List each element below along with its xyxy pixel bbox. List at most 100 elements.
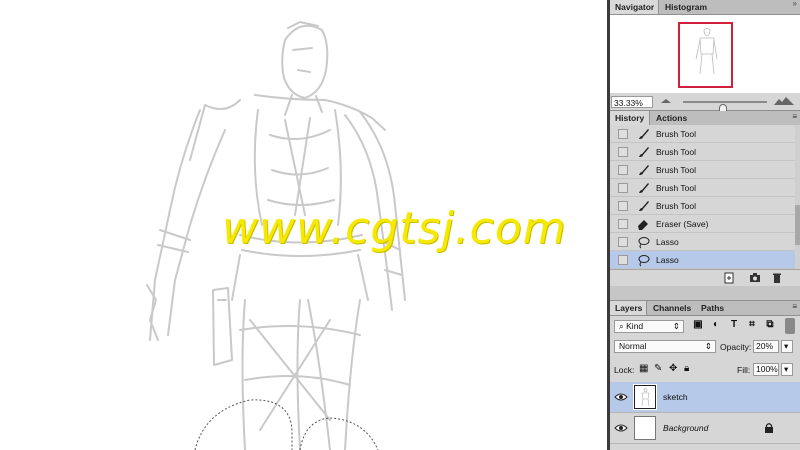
history-state[interactable]: Brush Tool [610, 197, 795, 215]
opacity-field[interactable]: 20% [753, 340, 779, 353]
history-source-checkbox[interactable] [618, 201, 628, 211]
history-state[interactable]: Eraser (Save) [610, 215, 795, 233]
history-source-checkbox[interactable] [618, 129, 628, 139]
panel-close-icon[interactable]: » [793, 0, 797, 8]
history-state-label: Brush Tool [656, 201, 697, 211]
brush-icon [636, 145, 650, 159]
lock-all-icon[interactable]: 🔒︎ [684, 363, 689, 375]
history-scrollbar[interactable] [795, 125, 800, 269]
tab-navigator[interactable]: Navigator [610, 0, 659, 14]
zoom-in-icon[interactable] [773, 96, 795, 108]
history-state-label: Lasso [656, 255, 679, 265]
zoom-out-icon[interactable] [660, 96, 672, 106]
brush-icon [636, 127, 650, 141]
history-state[interactable]: Lasso [610, 251, 795, 269]
blend-mode-select[interactable]: Normal ⇕ [614, 340, 716, 353]
history-source-checkbox[interactable] [618, 237, 628, 247]
panel-menu-icon[interactable]: ≡ [792, 112, 797, 121]
tab-history[interactable]: History [610, 111, 650, 125]
new-document-from-state-icon[interactable] [723, 272, 735, 284]
layer-thumbnail [633, 384, 657, 410]
zoom-field[interactable]: 33.33% [611, 96, 653, 108]
history-state-label: Brush Tool [656, 147, 697, 157]
tab-histogram[interactable]: Histogram [660, 0, 716, 14]
fill-label: Fill: [737, 365, 751, 375]
history-source-checkbox[interactable] [618, 219, 628, 229]
search-icon: ⌕ [619, 321, 624, 331]
fill-field[interactable]: 100% [753, 363, 779, 376]
blend-mode-value: Normal [619, 341, 647, 351]
panel-resize-grip[interactable] [610, 286, 800, 301]
lock-position-icon[interactable]: ✥ [669, 363, 677, 375]
history-state[interactable]: Brush Tool [610, 125, 795, 143]
trash-icon[interactable] [771, 272, 783, 284]
history-panel-tabs: History Actions ≡ [610, 111, 800, 126]
shape-filter-icon[interactable]: ⌗ [746, 319, 758, 331]
visibility-eye-icon[interactable] [614, 422, 628, 434]
brush-icon [636, 199, 650, 213]
panel-dock: Navigator Histogram » 33.33% History Act… [610, 0, 800, 450]
fill-dropdown-icon[interactable]: ▾ [781, 363, 793, 376]
watermark-text: www.cgtsj.com [222, 203, 567, 254]
layer-options: ⌕ Kind ⇕ ▣ ◐ T ⌗ ⧉ Normal ⇕ Opacity: 20%… [610, 318, 800, 358]
layer-thumbnail [634, 416, 656, 440]
lock-row: Lock: ▦ ✎ ✥ 🔒︎ Fill: 100% ▾ [610, 362, 800, 378]
history-state-label: Brush Tool [656, 129, 697, 139]
type-filter-icon[interactable]: T [728, 319, 740, 331]
snapshot-camera-icon[interactable] [749, 272, 761, 284]
history-state[interactable]: Lasso [610, 233, 795, 251]
layer-name[interactable]: sketch [663, 382, 688, 413]
history-state[interactable]: Brush Tool [610, 179, 795, 197]
navigator-panel-tabs: Navigator Histogram » [610, 0, 800, 15]
history-state-label: Lasso [656, 237, 679, 247]
pixel-filter-icon[interactable]: ▣ [692, 319, 704, 331]
layer-row[interactable]: sketch [610, 382, 800, 413]
layer-row[interactable]: Background [610, 413, 800, 444]
lock-label: Lock: [614, 365, 635, 375]
history-source-checkbox[interactable] [618, 165, 628, 175]
history-state-label: Brush Tool [656, 165, 697, 175]
tab-actions[interactable]: Actions [651, 111, 691, 125]
zoom-slider[interactable] [683, 101, 767, 112]
navigator-zoom-bar: 33.33% [610, 94, 800, 112]
history-footer [610, 269, 800, 286]
brush-icon [636, 163, 650, 177]
history-state[interactable]: Brush Tool [610, 143, 795, 161]
select-arrows-icon: ⇕ [672, 321, 680, 331]
navigator-thumbnail-sketch [695, 28, 718, 75]
navigator-preview[interactable] [610, 15, 800, 93]
document-canvas[interactable]: www.cgtsj.com [0, 0, 607, 450]
layer-lock-icon [764, 422, 774, 434]
lasso-icon [636, 253, 650, 267]
history-state-label: Eraser (Save) [656, 219, 709, 229]
history-source-checkbox[interactable] [618, 147, 628, 157]
history-state-label: Brush Tool [656, 183, 697, 193]
layers-panel-tabs: Layers Channels Paths ≡ [610, 301, 800, 316]
filter-toggle-switch[interactable] [785, 318, 795, 334]
tab-channels[interactable]: Channels [648, 301, 695, 315]
adjustment-filter-icon[interactable]: ◐ [710, 319, 722, 331]
visibility-eye-icon[interactable] [614, 391, 628, 403]
layer-name[interactable]: Background [663, 413, 708, 444]
panel-menu-icon[interactable]: ≡ [792, 302, 797, 311]
tab-layers[interactable]: Layers [610, 301, 647, 315]
select-arrows-icon: ⇕ [704, 341, 712, 351]
smart-object-filter-icon[interactable]: ⧉ [764, 319, 776, 331]
history-list: Brush Tool Brush Tool Brush Tool Brush Tool… [610, 125, 795, 269]
lock-transparent-pixels-icon[interactable]: ▦ [639, 363, 648, 375]
tab-paths[interactable]: Paths [696, 301, 729, 315]
layers-list: sketch Background [610, 382, 800, 450]
history-scroll-thumb[interactable] [795, 205, 800, 245]
history-state[interactable]: Brush Tool [610, 161, 795, 179]
history-source-checkbox[interactable] [618, 183, 628, 193]
eraser-icon [636, 217, 650, 231]
navigator-view-box[interactable] [678, 22, 733, 88]
history-source-checkbox[interactable] [618, 255, 628, 265]
opacity-dropdown-icon[interactable]: ▾ [781, 340, 793, 353]
filter-kind-value: Kind [626, 321, 644, 331]
lasso-icon [636, 235, 650, 249]
opacity-label: Opacity: [720, 342, 752, 352]
layer-filter-select[interactable]: ⌕ Kind ⇕ [614, 320, 684, 333]
lock-image-pixels-icon[interactable]: ✎ [654, 363, 662, 375]
brush-icon [636, 181, 650, 195]
